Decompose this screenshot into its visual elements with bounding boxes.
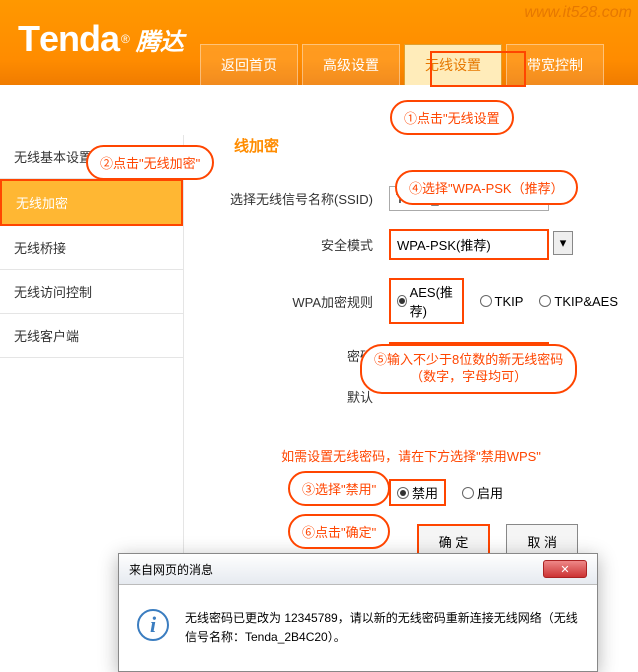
annotation-5: ⑤输入不少于8位数的新无线密码 （数字，字母均可） [360, 344, 577, 394]
annotation-1: ①点击"无线设置 [390, 100, 514, 135]
radio-dot-icon [462, 487, 474, 499]
logo-brand: Tenda [18, 18, 119, 60]
radio-group-wpa-rule-first: AES(推荐) [389, 278, 464, 324]
label-security-mode: 安全模式 [204, 235, 389, 254]
radio-wps-enable[interactable]: 启用 [462, 483, 503, 502]
tab-wireless[interactable]: 无线设置 [404, 44, 502, 85]
dialog-message-text: 无线密码已更改为 12345789，请以新的无线密码重新连接无线网络（无线信号名… [185, 609, 579, 647]
sidebar-item-encryption[interactable]: 无线加密 [0, 179, 183, 226]
wps-notice: 如需设置无线密码，请在下方选择"禁用WPS" [204, 446, 618, 465]
tab-advanced[interactable]: 高级设置 [302, 44, 400, 85]
security-mode-select[interactable]: WPA‑PSK(推荐) ▾ [389, 229, 549, 260]
radio-aes[interactable]: AES(推荐) [397, 282, 456, 320]
radio-dot-icon [539, 295, 551, 307]
info-icon: i [137, 609, 169, 641]
sidebar-item-access-control[interactable]: 无线访问控制 [0, 270, 183, 314]
radio-dot-icon [480, 295, 492, 307]
select-arrow-icon[interactable]: ▾ [553, 231, 573, 255]
radio-tkip-aes[interactable]: TKIP&AES [539, 294, 618, 309]
watermark-text: www.it528.com [524, 4, 632, 22]
label-wpa-rule: WPA加密规则 [204, 292, 389, 311]
annotation-4: ④选择"WPA-PSK（推荐） [395, 170, 578, 205]
logo-reg-mark: ® [121, 32, 130, 46]
radio-group-wps-disable: 禁用 [389, 479, 446, 506]
annotation-3: ③选择"禁用" [288, 471, 390, 506]
radio-wps-disable[interactable]: 禁用 [397, 483, 438, 502]
panel-title: 线加密 [234, 135, 618, 156]
sidebar-item-bridge[interactable]: 无线桥接 [0, 226, 183, 270]
dialog-message: 来自网页的消息 ✕ i 无线密码已更改为 12345789，请以新的无线密码重新… [118, 553, 598, 672]
label-confirm-password-partial: 默认 [204, 387, 389, 406]
tab-home[interactable]: 返回首页 [200, 44, 298, 85]
dialog-close-button[interactable]: ✕ [543, 560, 587, 578]
radio-dot-icon [397, 295, 407, 307]
dialog-titlebar: 来自网页的消息 ✕ [119, 554, 597, 585]
sidebar-item-clients[interactable]: 无线客户端 [0, 314, 183, 358]
logo-cn-text: 腾达 [136, 22, 184, 57]
radio-dot-icon [397, 487, 409, 499]
main-tabs: 返回首页 高级设置 无线设置 带宽控制 [200, 44, 604, 85]
label-ssid: 选择无线信号名称(SSID) [204, 189, 389, 208]
annotation-6: ⑥点击"确定" [288, 514, 390, 549]
sidebar: 无线基本设置 无线加密 无线桥接 无线访问控制 无线客户端 [0, 135, 184, 559]
tab-bandwidth[interactable]: 带宽控制 [506, 44, 604, 85]
close-icon: ✕ [560, 563, 569, 576]
radio-tkip[interactable]: TKIP [480, 294, 524, 309]
dialog-title-text: 来自网页的消息 [129, 561, 213, 578]
annotation-2: ②点击"无线加密" [86, 145, 214, 180]
